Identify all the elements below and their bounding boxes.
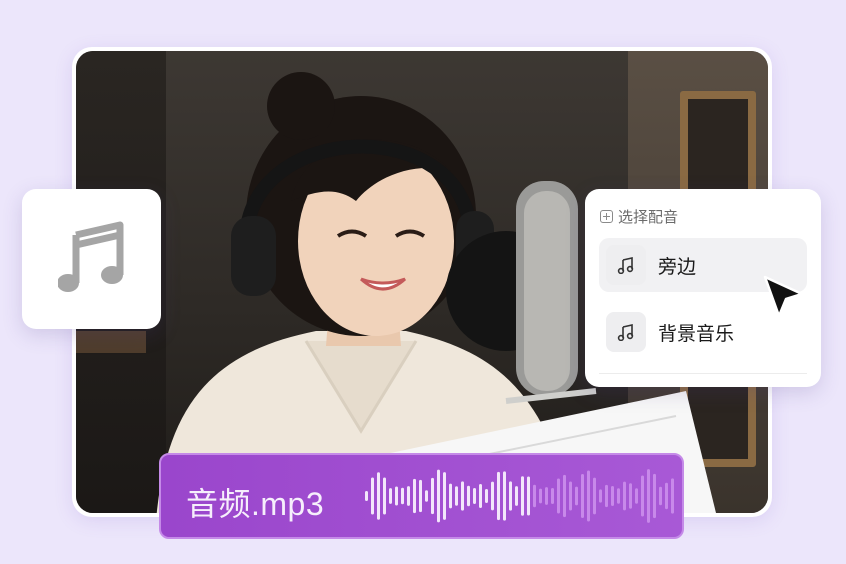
menu-title: 选择配音 — [600, 206, 678, 227]
music-note-icon — [56, 221, 126, 298]
waveform-icon — [365, 469, 674, 523]
mouse-cursor-icon — [762, 274, 806, 325]
audio-file-bar[interactable]: 音频.mp3 — [159, 453, 684, 539]
add-icon — [600, 210, 613, 223]
menu-divider — [599, 373, 807, 374]
music-note-icon — [606, 312, 646, 352]
menu-item-label: 旁边 — [658, 256, 697, 278]
music-feature-card[interactable] — [22, 189, 161, 329]
music-note-icon — [606, 245, 646, 285]
menu-item-label: 背景音乐 — [658, 323, 735, 345]
audio-file-name: 音频.mp3 — [186, 486, 325, 522]
